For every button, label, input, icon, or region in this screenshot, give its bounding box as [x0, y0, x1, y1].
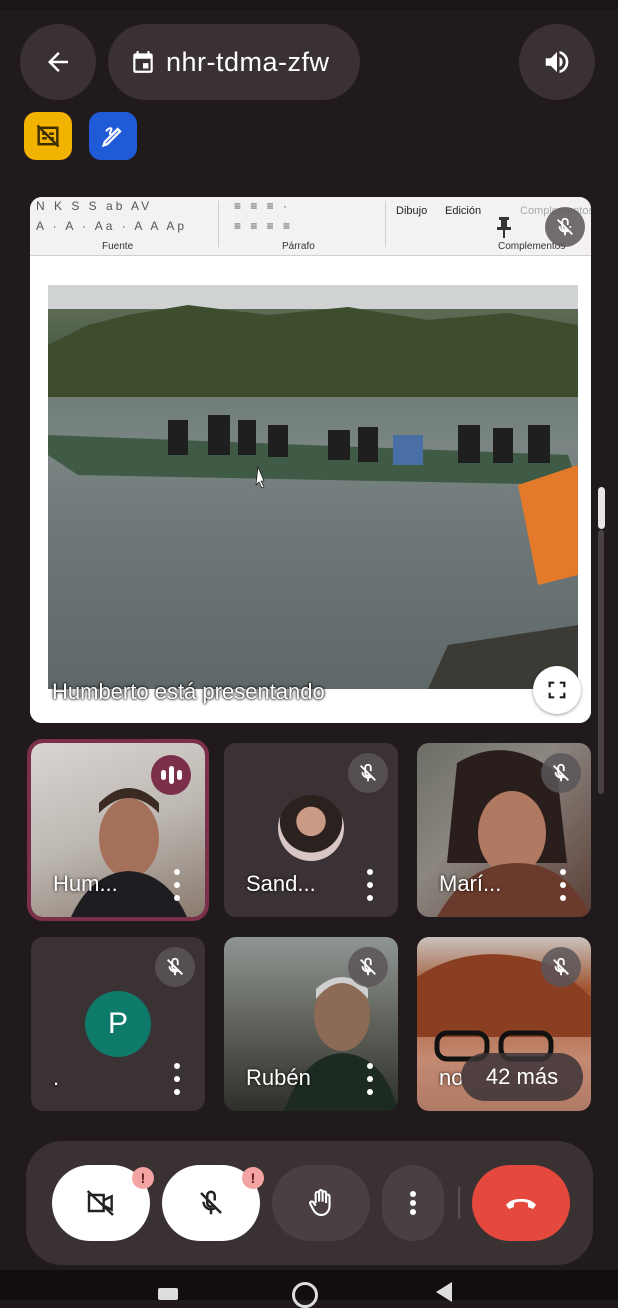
participant-tile[interactable]: Sand... [224, 743, 398, 917]
shared-word-ribbon: N K S S ab AV A · A · Aa · A A Ap Fuente… [30, 197, 591, 256]
camera-alert-badge: ! [132, 1167, 154, 1189]
presenting-label: Humberto está presentando [52, 679, 325, 704]
mic-off-icon [553, 957, 569, 976]
videocam-off-icon [86, 1190, 114, 1216]
participant-name: . [53, 1065, 60, 1090]
home-nav-button[interactable] [292, 1282, 318, 1308]
audio-level-icon [160, 770, 166, 780]
mic-off-badge [348, 753, 388, 793]
top-bar: nhr-tdma-zfw [0, 24, 618, 100]
participant-more-button[interactable] [553, 869, 573, 901]
river-canoe-photo [48, 285, 578, 689]
mic-off-badge [541, 947, 581, 987]
more-participants-button[interactable]: 42 más [461, 1053, 583, 1101]
back-button[interactable] [20, 24, 96, 100]
volume-icon [545, 51, 569, 73]
back-nav-button[interactable] [436, 1282, 452, 1302]
paragraph-tools-row2: ≡ ≡ ≡ ≡ [234, 219, 294, 233]
meeting-code: nhr-tdma-zfw [166, 46, 330, 77]
ribbon-button-edit: Edición [445, 205, 482, 217]
mic-off-icon [360, 957, 376, 976]
fullscreen-button[interactable] [533, 666, 581, 714]
presentation-mic-off-badge [545, 207, 585, 247]
participant-name: Hum... [53, 871, 118, 896]
more-vert-icon [410, 1191, 416, 1215]
call-end-icon [506, 1199, 536, 1209]
mic-alert-badge: ! [242, 1167, 264, 1189]
raise-hand-button[interactable] [272, 1165, 370, 1241]
mic-off-icon [167, 957, 183, 976]
mic-off-icon [553, 763, 569, 782]
mic-off-icon [360, 763, 376, 782]
presentation-tile[interactable]: N K S S ab AV A · A · Aa · A A Ap Fuente… [30, 197, 591, 723]
mic-off-badge [541, 753, 581, 793]
mic-off-icon [557, 217, 573, 236]
more-options-button[interactable] [382, 1165, 444, 1241]
calendar-icon [133, 51, 153, 73]
ribbon-separator [385, 201, 386, 247]
font-tools-row2: A · A · Aa · A A Ap [36, 219, 188, 233]
paragraph-tools: ≡ ≡ ≡ · [234, 199, 291, 213]
hand-icon [309, 1189, 331, 1217]
ribbon-group-paragraph: Párrafo [282, 241, 315, 252]
participant-more-button[interactable] [167, 869, 187, 901]
participant-name: Sand... [246, 871, 316, 896]
participant-tile[interactable]: Rubén [224, 937, 398, 1111]
arrow-back-icon [48, 52, 68, 72]
ribbon-group-font: Fuente [102, 241, 134, 252]
captions-off-icon [36, 124, 60, 148]
participant-tile[interactable]: Hum... [27, 739, 209, 921]
avatar: P [85, 991, 151, 1057]
recents-nav-button[interactable] [158, 1288, 178, 1300]
leave-call-button[interactable] [472, 1165, 570, 1241]
mic-off-icon [200, 1190, 222, 1215]
captions-off-chip[interactable] [24, 112, 72, 160]
participant-tile[interactable]: Marí... [417, 743, 591, 917]
mic-off-badge [348, 947, 388, 987]
edit-pencil-icon [101, 127, 122, 148]
pin-icon [496, 217, 512, 244]
participant-name: Marí... [439, 871, 502, 896]
controls-divider [458, 1187, 460, 1219]
font-tools: N K S S ab AV [36, 199, 153, 213]
participant-more-button[interactable] [360, 1063, 380, 1095]
participant-name: no [439, 1065, 464, 1090]
participant-name: Rubén [246, 1065, 311, 1090]
participant-more-button[interactable] [167, 1063, 187, 1095]
participant-more-button[interactable] [360, 869, 380, 901]
mic-off-badge [155, 947, 195, 987]
call-controls: ! ! [26, 1141, 593, 1265]
meeting-info-button[interactable]: nhr-tdma-zfw [108, 24, 360, 100]
participant-tile[interactable]: P . [31, 937, 205, 1111]
fullscreen-icon [548, 681, 566, 699]
system-nav-bar [0, 1270, 618, 1308]
audio-output-button[interactable] [519, 24, 595, 100]
scroll-thumb[interactable] [598, 487, 605, 529]
scroll-track[interactable] [598, 530, 604, 794]
ribbon-button-draw: Dibujo [396, 205, 428, 217]
participant-tile[interactable]: no 42 más [417, 937, 591, 1111]
whiteboard-chip[interactable] [89, 112, 137, 160]
avatar [278, 795, 344, 861]
status-bar [0, 0, 618, 10]
speaking-badge [151, 755, 191, 795]
ribbon-separator [218, 201, 219, 247]
